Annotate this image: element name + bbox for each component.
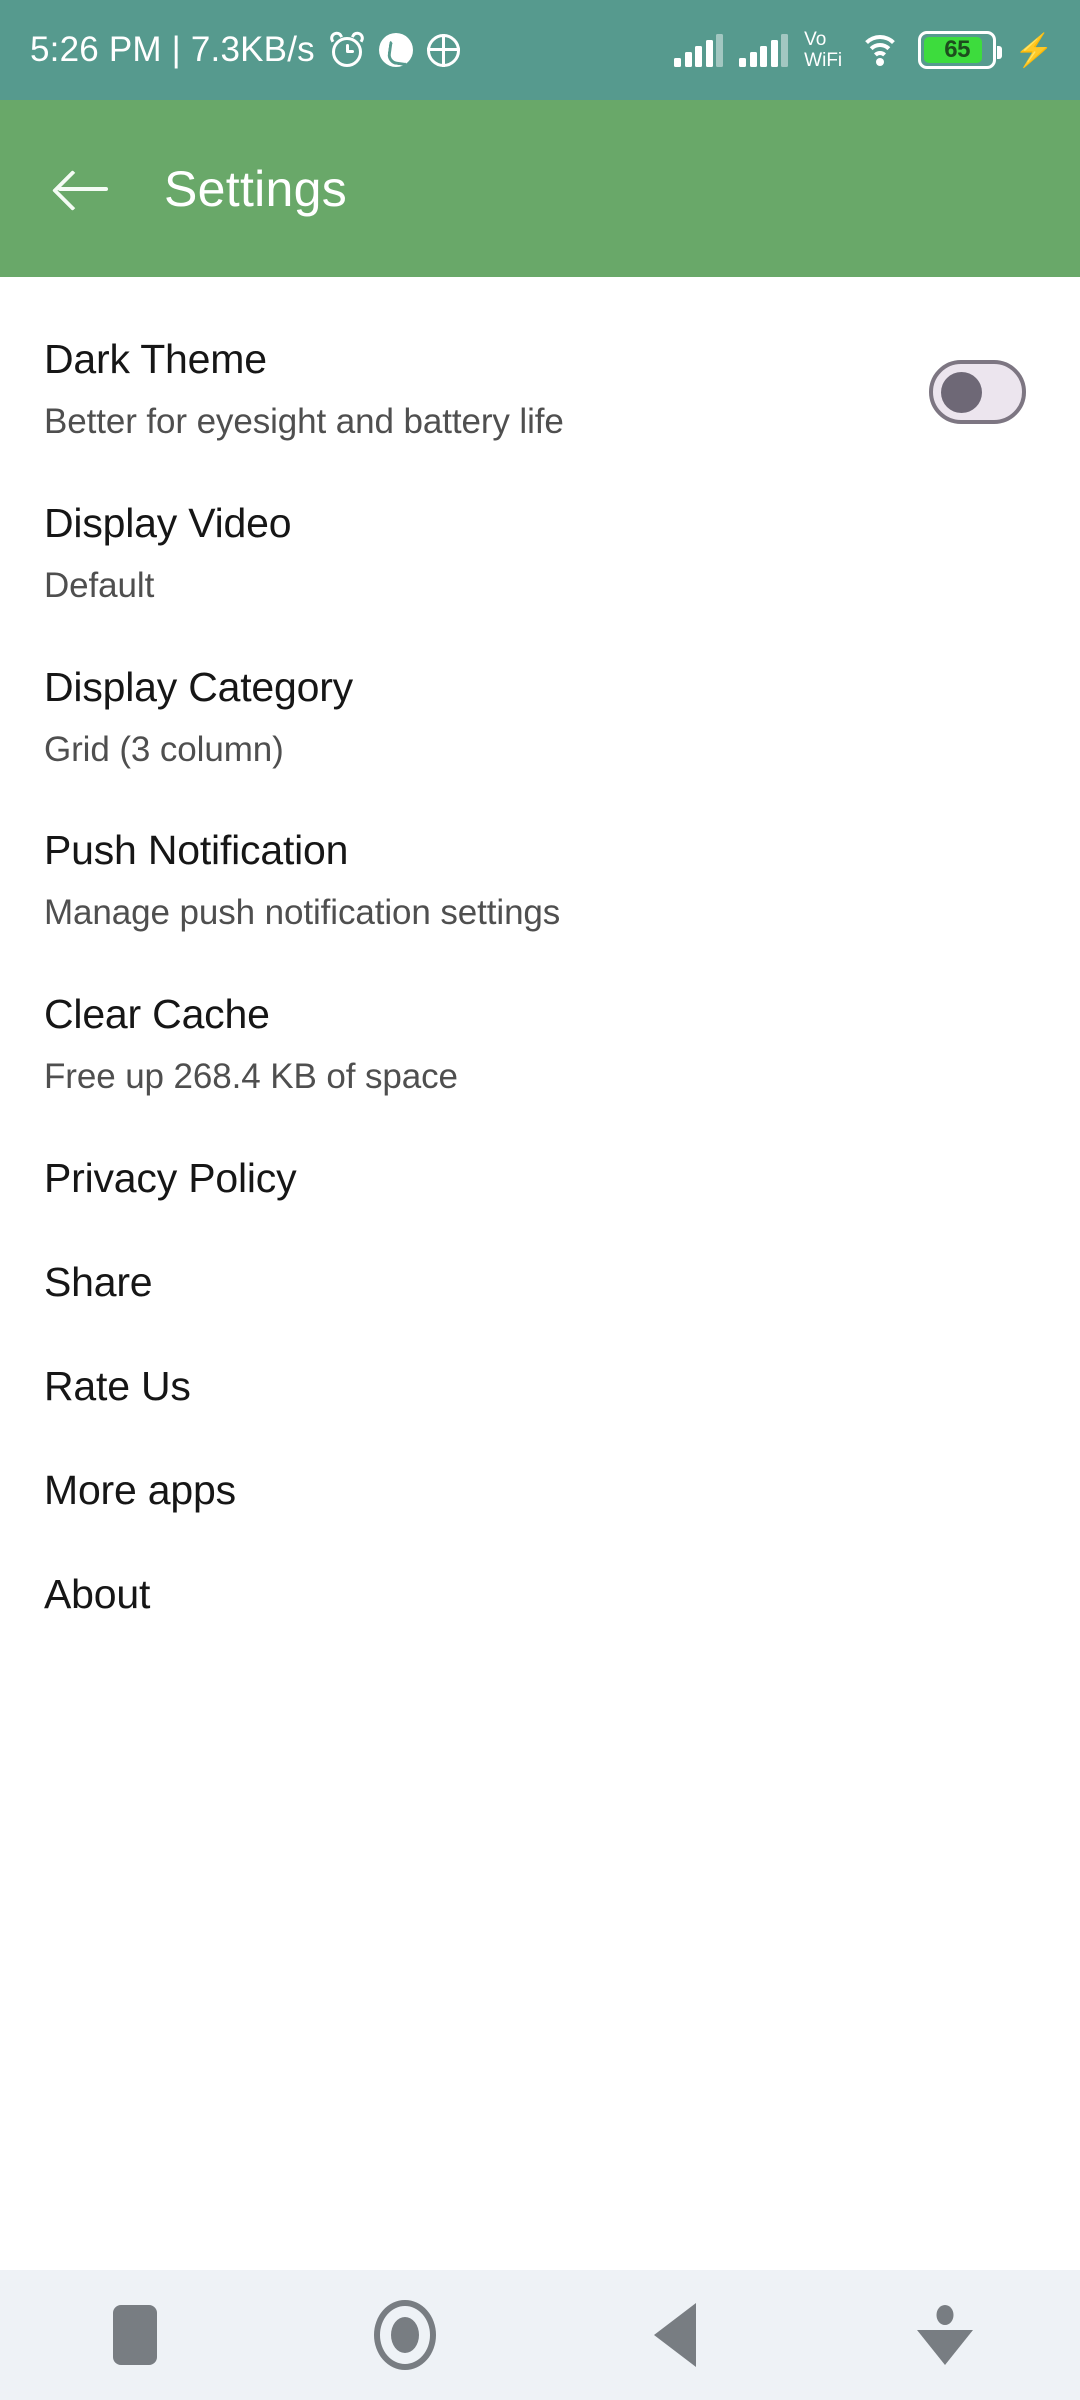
settings-item-text: Rate Us (44, 1365, 1036, 1408)
back-icon (654, 2303, 696, 2367)
nav-recents-button[interactable] (0, 2270, 270, 2400)
settings-item-title: Display Category (44, 663, 353, 710)
signal-icon (674, 33, 724, 67)
settings-item-title: About (44, 1571, 151, 1618)
settings-item-text: Share (44, 1259, 1036, 1306)
settings-item-text: Display Video Default (44, 499, 1036, 605)
settings-item-title: Clear Cache (44, 991, 270, 1038)
navigation-bar (0, 2270, 1080, 2400)
toggle-knob (941, 372, 982, 413)
status-clock: 5:26 PM | 7.3KB/s (30, 30, 315, 69)
app-bar: Settings (0, 100, 1080, 277)
settings-item-text: Privacy Policy (44, 1154, 1036, 1201)
settings-item-title: Display Video (44, 499, 292, 546)
page-title: Settings (164, 160, 348, 217)
settings-item-title: Dark Theme (44, 336, 267, 382)
settings-item-about[interactable]: About (44, 1512, 1036, 1616)
dark-theme-toggle[interactable] (929, 360, 1026, 424)
settings-item-title: More apps (44, 1467, 236, 1514)
settings-list: Dark Theme Better for eyesight and batte… (0, 277, 1080, 1616)
settings-item-subtitle: Better for eyesight and battery life (44, 402, 564, 442)
battery-icon: 65 (918, 31, 1003, 69)
settings-item-share[interactable]: Share (44, 1200, 1036, 1304)
settings-item-text: Dark Theme Better for eyesight and batte… (44, 336, 929, 442)
phone-icon (378, 33, 413, 67)
nav-back-button[interactable] (540, 2270, 810, 2400)
vowifi-line1: Vo (804, 29, 827, 50)
vowifi-label: Vo WiFi (804, 29, 842, 71)
settings-item-text: Push Notification Manage push notificati… (44, 829, 1036, 932)
status-bar-right: Vo WiFi 65 ⚡ (674, 29, 1054, 71)
charging-bolt-icon: ⚡ (1014, 32, 1054, 68)
settings-item-title: Privacy Policy (44, 1154, 297, 1201)
settings-item-dark-theme[interactable]: Dark Theme Better for eyesight and batte… (44, 277, 1036, 441)
settings-item-privacy-policy[interactable]: Privacy Policy (44, 1096, 1036, 1200)
hide-keyboard-icon (917, 2303, 973, 2367)
nav-hide-keyboard-button[interactable] (810, 2270, 1080, 2400)
settings-item-subtitle: Default (44, 565, 155, 605)
vowifi-line2: WiFi (804, 50, 843, 71)
settings-item-text: Display Category Grid (3 column) (44, 663, 1036, 769)
hotspot-icon (426, 33, 460, 67)
settings-item-text: About (44, 1573, 1036, 1616)
settings-item-rate-us[interactable]: Rate Us (44, 1304, 1036, 1408)
battery-level: 65 (944, 36, 970, 63)
settings-item-title: Push Notification (44, 827, 349, 874)
nav-home-button[interactable] (270, 2270, 540, 2400)
settings-item-display-video[interactable]: Display Video Default (44, 441, 1036, 605)
settings-item-text: More apps (44, 1469, 1036, 1512)
signal-icon (739, 33, 789, 67)
settings-item-more-apps[interactable]: More apps (44, 1408, 1036, 1512)
wifi-icon (858, 33, 902, 67)
status-bar: 5:26 PM | 7.3KB/s Vo WiFi 65 ⚡ (0, 0, 1080, 100)
settings-item-subtitle: Manage push notification settings (44, 893, 561, 933)
alarm-icon (327, 29, 366, 68)
back-arrow-icon[interactable] (54, 160, 112, 218)
settings-item-title: Rate Us (44, 1363, 191, 1410)
settings-item-push-notification[interactable]: Push Notification Manage push notificati… (44, 768, 1036, 932)
settings-item-text: Clear Cache Free up 268.4 KB of space (44, 993, 1036, 1096)
settings-item-display-category[interactable]: Display Category Grid (3 column) (44, 605, 1036, 769)
phone-screen: 5:26 PM | 7.3KB/s Vo WiFi 65 ⚡ Settings … (0, 0, 1080, 2400)
settings-item-subtitle: Grid (3 column) (44, 729, 284, 769)
home-icon (374, 2300, 436, 2370)
settings-item-clear-cache[interactable]: Clear Cache Free up 268.4 KB of space (44, 932, 1036, 1096)
settings-item-subtitle: Free up 268.4 KB of space (44, 1057, 458, 1097)
status-bar-left: 5:26 PM | 7.3KB/s (30, 29, 460, 70)
settings-item-title: Share (44, 1259, 153, 1306)
recents-icon (113, 2305, 157, 2365)
